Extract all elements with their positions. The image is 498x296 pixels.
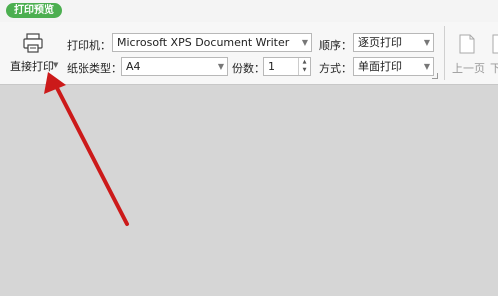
- dropdown-arrow-icon: ▼: [423, 38, 430, 47]
- print-ribbon: 直接打印 ▼ 打印机： Microsoft XPS Document Write…: [0, 22, 498, 85]
- printer-select[interactable]: Microsoft XPS Document Writer ▼: [112, 33, 312, 52]
- paper-type-select[interactable]: A4 ▼: [121, 57, 228, 76]
- mode-label: 方式：: [319, 62, 352, 75]
- prev-page-button[interactable]: 上一页: [448, 24, 486, 76]
- dropdown-arrow-icon: ▼: [423, 62, 430, 71]
- printer-icon: [23, 33, 43, 53]
- mode-select[interactable]: 单面打印 ▼: [353, 57, 434, 76]
- tab-print-preview[interactable]: 打印预览: [6, 3, 62, 18]
- mode-value: 单面打印: [358, 60, 402, 73]
- divider: [444, 26, 445, 80]
- order-value: 逐页打印: [358, 36, 402, 49]
- order-select[interactable]: 逐页打印 ▼: [353, 33, 434, 52]
- printer-label: 打印机：: [67, 39, 111, 52]
- group-expand-icon[interactable]: [432, 73, 438, 79]
- next-page-label: 下: [490, 62, 498, 75]
- copies-value: 1: [268, 60, 275, 73]
- dropdown-arrow-icon: ▼: [217, 62, 224, 71]
- printer-value: Microsoft XPS Document Writer: [117, 36, 290, 49]
- order-label: 顺序：: [319, 39, 352, 52]
- dropdown-arrow-icon: ▼: [301, 38, 308, 47]
- next-page-button[interactable]: 下: [488, 24, 498, 76]
- stepper-arrows-icon[interactable]: ▲ ▼: [298, 58, 310, 75]
- direct-print-label: 直接打印: [10, 60, 54, 73]
- paper-type-label: 纸张类型：: [67, 62, 122, 75]
- copies-label: 份数：: [232, 62, 265, 75]
- chevron-down-icon[interactable]: ▼: [53, 61, 58, 69]
- tab-strip: 打印预览: [0, 0, 498, 22]
- page-icon: [492, 34, 498, 54]
- paper-type-value: A4: [126, 60, 141, 73]
- copies-stepper[interactable]: 1 ▲ ▼: [263, 57, 311, 76]
- direct-print-button[interactable]: 直接打印 ▼: [6, 24, 62, 74]
- page-icon: [459, 34, 475, 54]
- prev-page-label: 上一页: [452, 62, 485, 75]
